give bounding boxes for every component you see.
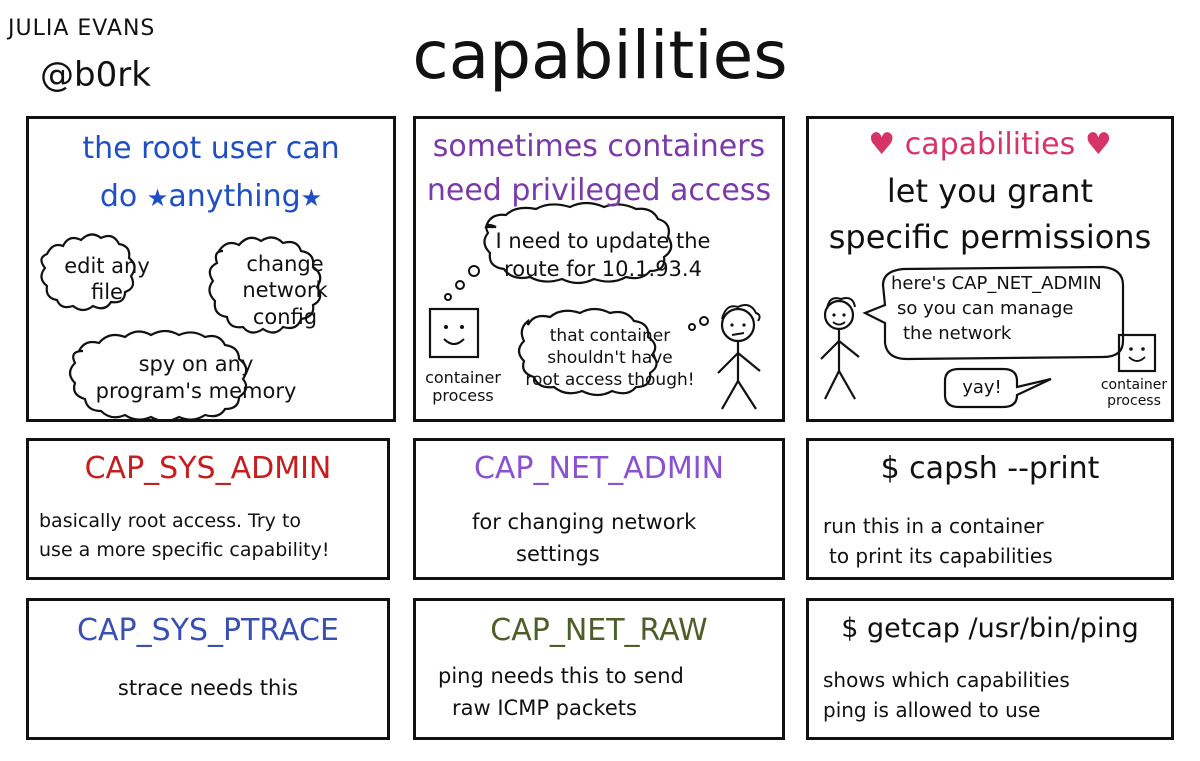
container-label2-line1: container [1100, 377, 1168, 393]
bubble-warn-text: that container shouldn't have root acces… [524, 325, 696, 391]
getcap-line2: ping is allowed to use [823, 698, 1041, 722]
root-do: do [99, 179, 138, 214]
cap-net-raw-desc: ping needs this to send raw ICMP packets [438, 661, 684, 724]
container-label-line2: process [432, 386, 494, 406]
star-right-icon: ★ [300, 184, 323, 212]
bubble-grant-line1: here's CAP_NET_ADMIN [891, 273, 1102, 294]
bubble-change-line3: config [252, 304, 318, 329]
bubble-edit-line2: file [91, 280, 123, 305]
bubble-warn-line1: that container [549, 326, 671, 346]
heart-left-icon: ♥ [868, 127, 896, 162]
thought-dot-5 [699, 316, 709, 326]
panel-capsh: $ capsh --print run this in a container … [806, 438, 1174, 580]
bubble-edit-text: edit any file [57, 253, 157, 306]
page-title: capabilities [412, 17, 788, 94]
bubble-spy-line1: spy on any [138, 352, 254, 376]
cap-net-admin-line2: settings [516, 541, 600, 566]
cap-net-raw-line1: ping needs this to send [438, 664, 684, 688]
bubble-change-line2: network [242, 278, 328, 303]
cap-net-admin-heading: CAP_NET_ADMIN [473, 451, 725, 486]
cap-sys-admin-line2: use a more specific capability! [39, 538, 330, 561]
container-box-icon [428, 307, 480, 359]
person-head-icon [720, 307, 756, 343]
grant-title: ♥ capabilities ♥ [809, 129, 1171, 161]
cap-sys-ptrace-line1: strace needs this [117, 676, 299, 700]
panel-root-user: the root user can do ★anything★ edit any… [26, 116, 396, 422]
getcap-desc: shows which capabilities ping is allowed… [823, 665, 1070, 725]
getcap-line1: shows which capabilities [823, 668, 1070, 692]
heart-right-icon: ♥ [1084, 127, 1112, 162]
thought-dot-1 [468, 265, 480, 277]
root-anything: anything [168, 179, 301, 214]
thought-dot-2 [455, 280, 465, 290]
capsh-heading: $ capsh --print [880, 451, 1100, 486]
container-label2-line2: process [1107, 393, 1161, 410]
panel-cap-net-admin: CAP_NET_ADMIN for changing network setti… [413, 438, 785, 580]
cap-sys-admin-line1: basically root access. Try to [39, 510, 302, 532]
panel-grant-permissions: ♥ capabilities ♥ let you grant specific … [806, 116, 1174, 422]
cap-net-admin-line1: for changing network [472, 510, 697, 534]
capsh-line1: run this in a container [823, 514, 1044, 538]
bubble-update-text: I need to update the route for 10.1.93.4 [488, 227, 718, 284]
bubble-change-text: change network config [225, 251, 345, 330]
panel-cap-sys-ptrace: CAP_SYS_PTRACE strace needs this [26, 598, 390, 740]
container-eye-left [444, 325, 448, 329]
cap-sys-admin-heading: CAP_SYS_ADMIN [84, 451, 332, 486]
panel-cap-net-raw: CAP_NET_RAW ping needs this to send raw … [413, 598, 785, 740]
root-line1: the root user can [82, 131, 340, 166]
bubble-update-line1: I need to update the [495, 229, 711, 253]
grant-drawing-svg [820, 265, 1157, 409]
bubble-grant-line3: the network [903, 323, 1012, 345]
capsh-line2: to print its capabilities [829, 544, 1053, 568]
bubble-grant-text: here's CAP_NET_ADMIN so you can manage t… [891, 271, 1111, 347]
capsh-desc: run this in a container to print its cap… [823, 511, 1053, 571]
bubble-update-line2: route for 10.1.93.4 [504, 257, 702, 282]
grant-line3: specific permissions [828, 218, 1152, 256]
star-left-icon: ★ [146, 184, 169, 212]
bubble-grant-line2: so you can manage [897, 298, 1074, 320]
bubble-warn-line2: shouldn't have [547, 348, 673, 369]
panel-getcap: $ getcap /usr/bin/ping shows which capab… [806, 598, 1174, 740]
container-label-line1: container [425, 368, 501, 387]
cap-sys-admin-desc: basically root access. Try to use a more… [39, 507, 383, 564]
thought-dot-3 [444, 293, 452, 301]
root-line2: do ★anything★ [29, 181, 393, 213]
container-eye-right [460, 325, 464, 329]
privileged-line1: sometimes containers [432, 129, 766, 164]
grant-title-text: capabilities [904, 127, 1076, 162]
cap-net-raw-heading: CAP_NET_RAW [490, 613, 708, 648]
panel-privileged-access: sometimes containers need privileged acc… [413, 116, 785, 422]
bubble-edit-line1: edit any [64, 254, 150, 278]
cap-net-admin-desc: for changing network settings [472, 507, 696, 570]
bubble-spy-text: spy on any program's memory [81, 351, 311, 406]
container-box-icon-2 [1117, 333, 1157, 373]
grant-line2: let you grant [886, 172, 1094, 210]
container-smile [443, 338, 465, 345]
getcap-heading: $ getcap /usr/bin/ping [841, 613, 1139, 644]
bubble-change-line1: change [246, 252, 324, 276]
bubble-spy-line2: program's memory [95, 379, 297, 404]
container-process-label-2: container process [1093, 377, 1175, 409]
container-process-label: container process [418, 368, 508, 406]
panel-cap-sys-admin: CAP_SYS_ADMIN basically root access. Try… [26, 438, 390, 580]
cap-net-raw-line2: raw ICMP packets [452, 695, 637, 720]
privileged-line2: need privileged access [426, 173, 772, 208]
cap-sys-ptrace-heading: CAP_SYS_PTRACE [77, 613, 339, 648]
yay-text: yay! [962, 377, 1002, 398]
bubble-warn-line3: root access though! [525, 370, 695, 391]
